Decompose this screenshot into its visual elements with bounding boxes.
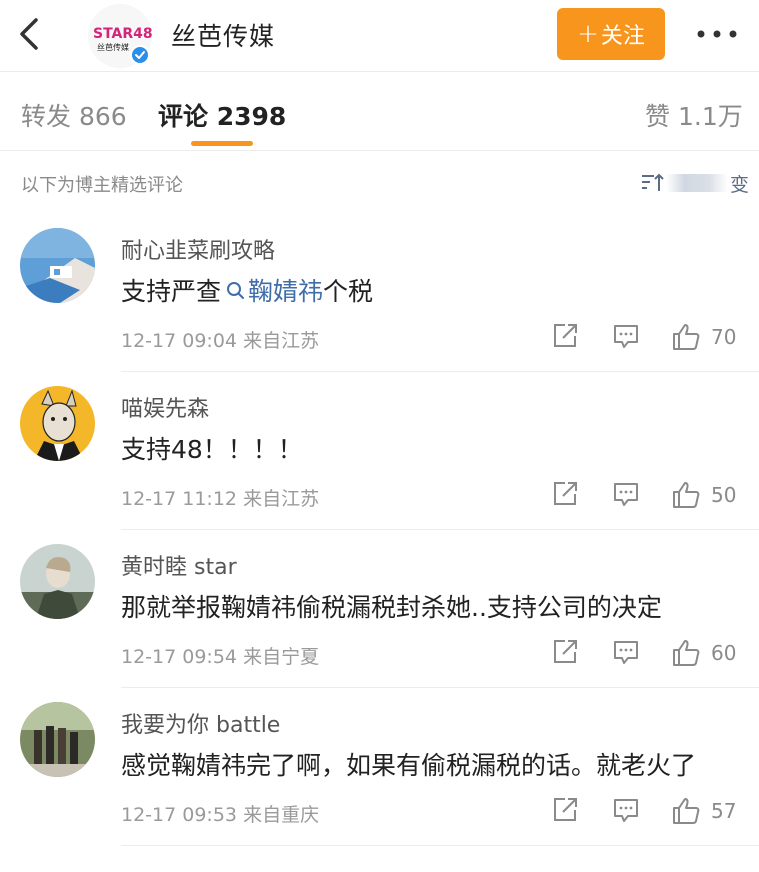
thumbs-up-icon <box>673 324 700 350</box>
avatar[interactable] <box>20 544 95 619</box>
logo-text: STAR48 <box>93 26 152 42</box>
comment-item: 我要为你 battle 感觉鞠婧祎完了啊，如果有偷税漏税的话。就老火了 12-1… <box>0 688 759 846</box>
filter-row: 以下为博主精选评论 变 <box>0 152 759 214</box>
comment-author[interactable]: 我要为你 battle <box>121 707 280 739</box>
comment-icon <box>614 325 638 348</box>
reply-button[interactable] <box>612 480 640 508</box>
comment-icon <box>614 483 638 506</box>
follow-button[interactable]: + 关注 <box>557 8 665 60</box>
like-button[interactable]: 57 <box>671 796 736 826</box>
comment-text-part: 个税 <box>323 277 374 306</box>
reply-button[interactable] <box>612 638 640 666</box>
top-bar: STAR48 丝芭传媒 丝芭传媒 + 关注 <box>0 0 759 72</box>
like-count: 50 <box>711 483 737 507</box>
like-button[interactable]: 60 <box>671 638 736 668</box>
follow-label: 关注 <box>600 24 645 49</box>
tab-bar: 转发 866 评论 2398 赞 1.1万 <box>0 73 759 151</box>
comment-date: 12-17 09:53 <box>121 804 238 826</box>
comment-text: 感觉鞠婧祎完了啊，如果有偷税漏税的话。就老火了 <box>121 751 697 780</box>
sort-label-blurred <box>666 174 728 192</box>
active-tab-indicator <box>191 141 253 146</box>
like-count: 60 <box>711 641 737 665</box>
tab-repost-label: 转发 <box>21 102 72 131</box>
verified-badge-icon <box>130 45 150 65</box>
comment-icon <box>614 799 638 822</box>
share-icon <box>554 798 577 821</box>
divider <box>121 845 759 846</box>
comment-source: 来自宁夏 <box>243 646 320 668</box>
comment-meta: 12-17 11:12 来自江苏 <box>121 484 319 511</box>
like-button[interactable]: 70 <box>671 322 736 352</box>
selected-comments-notice: 以下为博主精选评论 <box>21 175 183 196</box>
comment-text-part: 支持严查 <box>121 277 222 306</box>
comment-item: 喵娱先森 支持48！！！！ 12-17 11:12 来自江苏 50 <box>0 372 759 530</box>
share-button[interactable] <box>551 796 579 824</box>
comment-meta: 12-17 09:54 来自宁夏 <box>121 642 319 669</box>
reply-button[interactable] <box>612 796 640 824</box>
reply-button[interactable] <box>612 322 640 350</box>
avatar[interactable] <box>20 386 95 461</box>
more-options-icon[interactable] <box>695 22 739 46</box>
comment-date: 12-17 11:12 <box>121 488 238 510</box>
comment-icon <box>614 641 638 664</box>
share-icon <box>554 482 577 505</box>
tab-repost-count: 866 <box>78 102 127 131</box>
comment-author[interactable]: 黄时睦 star <box>121 549 237 581</box>
comment-text: 支持48！！！！ <box>121 435 303 464</box>
back-arrow-icon[interactable] <box>10 14 50 54</box>
share-button[interactable] <box>551 322 579 350</box>
tab-comment-label: 评论 <box>158 102 209 131</box>
logo-subtext: 丝芭传媒 <box>97 42 129 52</box>
comment-source: 来自江苏 <box>243 488 320 510</box>
comment-text: 那就举报鞠婧祎偷税漏税封杀她..支持公司的决定 <box>121 593 662 622</box>
comment-meta: 12-17 09:04 来自江苏 <box>121 326 319 353</box>
avatar[interactable] <box>20 228 95 303</box>
sort-icon <box>642 173 664 191</box>
comment-item: 黄时睦 star 那就举报鞠婧祎偷税漏税封杀她..支持公司的决定 12-17 0… <box>0 530 759 688</box>
sort-label: 变 <box>730 173 750 196</box>
comment-author[interactable]: 喵娱先森 <box>121 391 209 423</box>
search-icon <box>227 282 245 299</box>
share-button[interactable] <box>551 638 579 666</box>
thumbs-up-icon <box>673 482 700 508</box>
share-icon <box>554 640 577 663</box>
comment-source: 来自重庆 <box>243 804 320 826</box>
tab-like[interactable]: 赞 1.1万 <box>645 97 743 133</box>
comment-meta: 12-17 09:53 来自重庆 <box>121 800 319 827</box>
like-count: 70 <box>711 325 737 349</box>
share-icon <box>554 324 577 347</box>
topic-link-label: 鞠婧祎 <box>248 277 324 306</box>
sort-toggle[interactable]: 变 <box>640 170 749 196</box>
avatar[interactable] <box>20 702 95 777</box>
like-button[interactable]: 50 <box>671 480 736 510</box>
follow-plus: + <box>577 19 599 49</box>
thumbs-up-icon <box>673 640 700 666</box>
tab-comment-count: 2398 <box>216 102 287 131</box>
tab-like-label: 赞 <box>645 102 671 131</box>
thumbs-up-icon <box>673 798 700 824</box>
comment-text: 支持严查 鞠婧祎个税 <box>121 272 373 308</box>
tab-repost[interactable]: 转发 866 <box>21 97 127 133</box>
topic-link[interactable]: 鞠婧祎 <box>221 277 323 306</box>
comment-source: 来自江苏 <box>243 330 320 352</box>
account-name[interactable]: 丝芭传媒 <box>171 17 275 53</box>
comment-date: 12-17 09:04 <box>121 330 238 352</box>
comment-item: 耐心韭菜刷攻略 支持严查 鞠婧祎个税 12-17 09:04 来自江苏 70 <box>0 214 759 372</box>
share-button[interactable] <box>551 480 579 508</box>
like-count: 57 <box>711 799 737 823</box>
comment-author[interactable]: 耐心韭菜刷攻略 <box>121 233 275 265</box>
tab-like-count: 1.1万 <box>677 102 743 131</box>
comment-date: 12-17 09:54 <box>121 646 238 668</box>
